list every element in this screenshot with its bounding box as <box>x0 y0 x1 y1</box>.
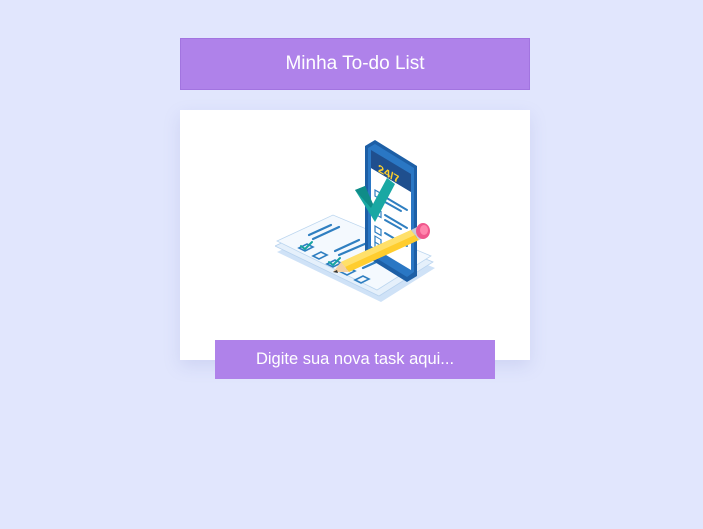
checklist-phone-pencil-icon: 24/7 <box>275 140 435 302</box>
todo-card: 24/7 <box>180 110 530 360</box>
new-task-input[interactable] <box>215 340 495 379</box>
page-title-text: Minha To-do List <box>285 53 425 74</box>
page-title: Minha To-do List <box>180 38 530 90</box>
